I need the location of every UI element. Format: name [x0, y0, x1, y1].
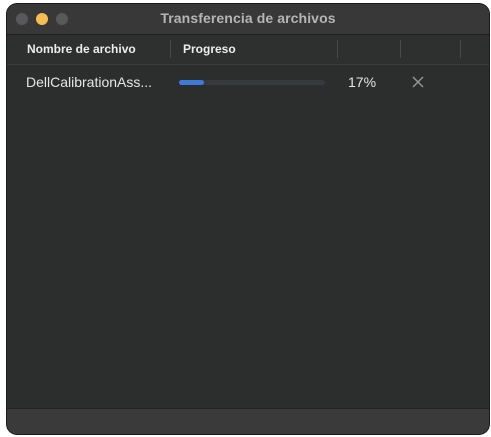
column-divider[interactable]: [400, 40, 401, 58]
progress-bar-fill: [179, 80, 204, 85]
window-footer: [7, 408, 489, 434]
window-title: Transferencia de archivos: [160, 10, 336, 26]
column-header-progress[interactable]: Progreso: [183, 42, 236, 56]
column-divider[interactable]: [337, 40, 338, 58]
column-divider[interactable]: [460, 40, 461, 58]
column-header-filename[interactable]: Nombre de archivo: [27, 42, 136, 56]
progress-bar: [179, 80, 325, 85]
column-divider[interactable]: [170, 40, 171, 58]
table-header: Nombre de archivo Progreso: [7, 35, 489, 65]
filename-cell: DellCalibrationAss...: [26, 74, 153, 90]
file-transfer-window: Transferencia de archivos Nombre de arch…: [7, 4, 489, 434]
progress-percent: 17%: [348, 74, 377, 90]
close-icon[interactable]: [408, 72, 428, 92]
table-row[interactable]: DellCalibrationAss... 17%: [7, 66, 489, 98]
title-bar[interactable]: Transferencia de archivos: [7, 4, 489, 35]
